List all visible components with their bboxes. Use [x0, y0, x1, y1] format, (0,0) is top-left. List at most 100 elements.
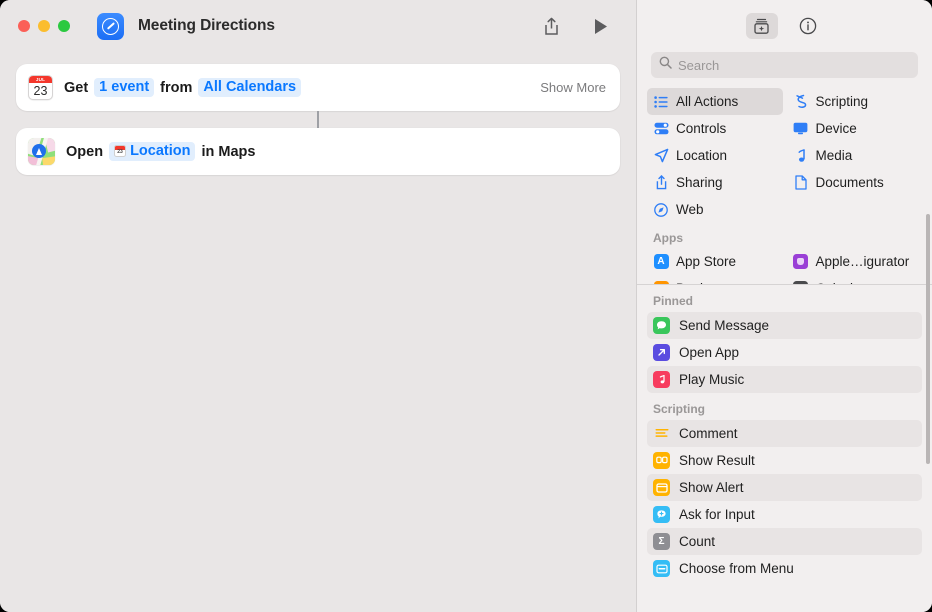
maps-icon — [28, 138, 55, 165]
action-label: Show Alert — [679, 480, 744, 495]
calendar-month: JUL — [29, 76, 52, 83]
show-result-icon — [653, 452, 670, 469]
category-documents[interactable]: Documents — [787, 169, 923, 196]
category-media[interactable]: Media — [787, 142, 923, 169]
category-label: Sharing — [676, 175, 723, 190]
message-bubble-icon — [653, 317, 670, 334]
library-scrollbar[interactable] — [926, 214, 930, 464]
app-item-app-store[interactable]: A App Store — [647, 248, 783, 275]
action-label: Send Message — [679, 318, 769, 333]
category-label: Controls — [676, 121, 726, 136]
action-word-in-maps: in Maps — [201, 144, 255, 160]
traffic-lights — [18, 20, 70, 32]
search-input[interactable] — [678, 58, 910, 73]
action-item-show-alert[interactable]: Show Alert — [647, 474, 922, 501]
category-controls[interactable]: Controls — [647, 115, 783, 142]
choose-menu-icon — [653, 560, 670, 577]
minimize-button[interactable] — [38, 20, 50, 32]
action-item-comment[interactable]: Comment — [647, 420, 922, 447]
category-list[interactable]: All Actions Scripting — [637, 88, 932, 285]
action-card-get-events[interactable]: JUL 23 Get 1 event from All Calendars Sh… — [16, 64, 620, 111]
token-location-label: Location — [130, 143, 190, 159]
app-label: App Store — [676, 254, 736, 269]
library-toolbar — [637, 0, 932, 52]
category-label: Scripting — [816, 94, 869, 109]
show-more-button[interactable]: Show More — [540, 80, 606, 95]
action-label: Play Music — [679, 372, 744, 387]
action-word-get: Get — [64, 80, 88, 96]
action-library-icon[interactable] — [746, 13, 778, 39]
display-icon — [793, 122, 809, 135]
category-label: Media — [816, 148, 853, 163]
token-event-count[interactable]: 1 event — [94, 78, 154, 97]
zoom-button[interactable] — [58, 20, 70, 32]
page-title: Meeting Directions — [138, 17, 275, 35]
action-item-ask-for-input[interactable]: Ask for Input — [647, 501, 922, 528]
compass-icon — [653, 203, 669, 217]
action-label: Choose from Menu — [679, 561, 794, 576]
calendar-mini-day: 23 — [115, 150, 125, 157]
apps-section-header: Apps — [647, 223, 922, 248]
show-alert-icon — [653, 479, 670, 496]
search-container — [637, 52, 932, 88]
action-label: Open App — [679, 345, 739, 360]
share-icon[interactable] — [540, 15, 562, 37]
app-item-apple-configurator[interactable]: Apple…igurator — [787, 248, 923, 275]
token-all-calendars[interactable]: All Calendars — [198, 78, 301, 97]
music-note-icon — [793, 149, 809, 163]
shortcuts-compass-icon — [97, 13, 124, 40]
category-label: Location — [676, 148, 727, 163]
category-grid: All Actions Scripting — [647, 88, 922, 285]
document-icon — [793, 175, 809, 190]
play-icon[interactable] — [590, 15, 612, 37]
search-icon — [659, 56, 672, 74]
action-item-show-result[interactable]: Show Result — [647, 447, 922, 474]
comment-icon — [653, 425, 670, 442]
category-label: All Actions — [676, 94, 738, 109]
group-header-scripting: Scripting — [647, 393, 922, 420]
titlebar-actions — [540, 15, 622, 37]
calendar-day: 23 — [29, 83, 52, 99]
category-location[interactable]: Location — [647, 142, 783, 169]
shortcut-editor-pane: Meeting Directions — [0, 0, 636, 612]
category-sharing[interactable]: Sharing — [647, 169, 783, 196]
action-label: Ask for Input — [679, 507, 755, 522]
app-store-icon: A — [653, 254, 669, 269]
share-icon — [653, 175, 669, 190]
action-connector — [317, 111, 319, 128]
calendar-mini-icon: 23 — [114, 145, 126, 157]
action-word-from: from — [160, 80, 192, 96]
action-item-open-app[interactable]: Open App — [647, 339, 922, 366]
action-item-choose-from-menu[interactable]: Choose from Menu — [647, 555, 922, 582]
app-label: Apple…igurator — [816, 254, 910, 269]
action-label: Count — [679, 534, 715, 549]
category-device[interactable]: Device — [787, 115, 923, 142]
close-button[interactable] — [18, 20, 30, 32]
action-word-open: Open — [66, 144, 103, 160]
music-icon — [653, 371, 670, 388]
info-icon[interactable] — [792, 13, 824, 39]
action-item-send-message[interactable]: Send Message — [647, 312, 922, 339]
action-library-pane: All Actions Scripting — [636, 0, 932, 612]
controls-icon — [653, 122, 669, 135]
token-location[interactable]: 23 Location — [109, 142, 195, 161]
list-icon — [653, 96, 669, 108]
count-icon: Σ — [653, 533, 670, 550]
open-app-icon — [653, 344, 670, 361]
category-label: Web — [676, 202, 704, 217]
category-label: Documents — [816, 175, 884, 190]
location-arrow-icon — [653, 148, 669, 163]
action-card-open-in-maps[interactable]: Open 23 Location in Maps — [16, 128, 620, 175]
group-header-pinned: Pinned — [647, 285, 922, 312]
action-item-count[interactable]: Σ Count — [647, 528, 922, 555]
search-box[interactable] — [651, 52, 918, 78]
app-item-calculator[interactable]: Calculator — [787, 275, 923, 285]
actions-list[interactable]: Pinned Send Message Open App Play Music — [637, 285, 932, 612]
category-all-actions[interactable]: All Actions — [647, 88, 783, 115]
window-titlebar: Meeting Directions — [0, 0, 636, 52]
category-web[interactable]: Web — [647, 196, 783, 223]
workflow-canvas: JUL 23 Get 1 event from All Calendars Sh… — [0, 52, 636, 175]
action-item-play-music[interactable]: Play Music — [647, 366, 922, 393]
app-item-books[interactable]: Books — [647, 275, 783, 285]
category-scripting[interactable]: Scripting — [787, 88, 923, 115]
